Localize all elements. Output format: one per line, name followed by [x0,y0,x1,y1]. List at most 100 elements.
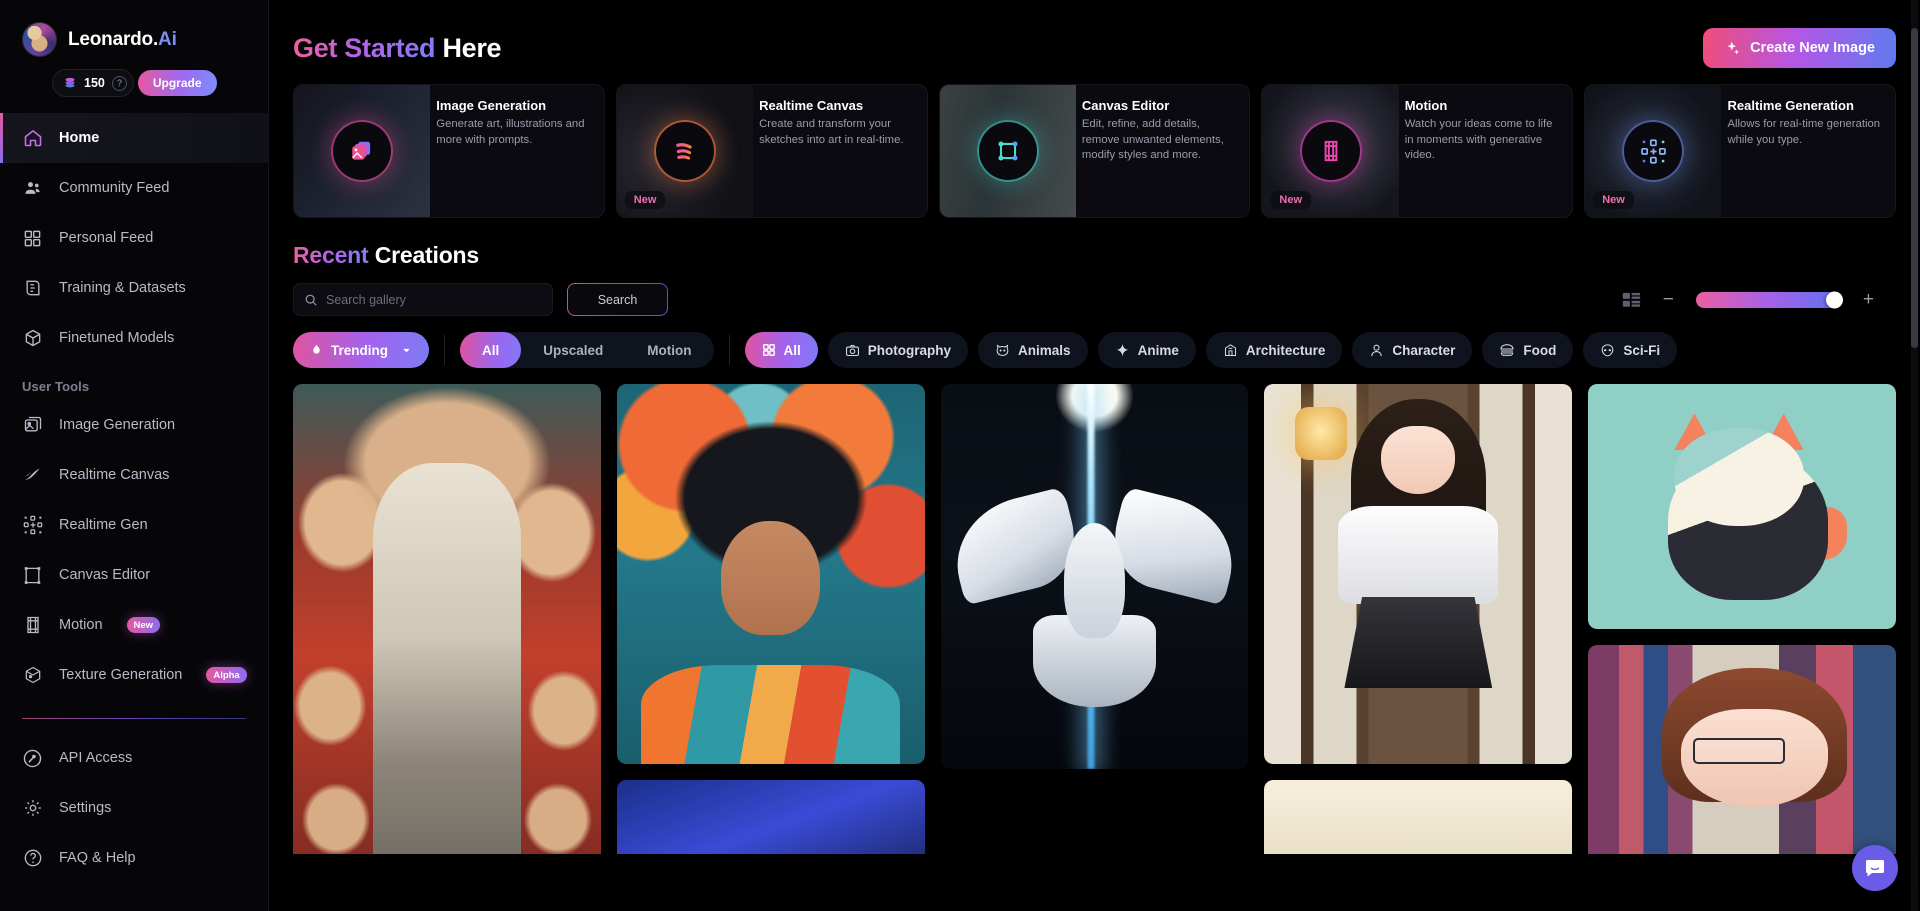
card-title: Image Generation [436,98,547,113]
category-label: Character [1392,342,1456,358]
star-icon [1116,343,1128,357]
brand[interactable]: Leonardo.Ai [0,22,268,57]
realtime-grid-icon [1624,122,1683,180]
art-detail [1344,596,1493,688]
cat-icon [996,344,1009,356]
gallery-item[interactable] [616,780,925,854]
sidebar-item-realtime-gen[interactable]: Realtime Gen [0,500,268,550]
chevron-down-icon [403,348,410,352]
sidebar-item-texture-generation[interactable]: Texture Generation Alpha [0,650,268,700]
chat-widget-button[interactable] [1852,845,1898,891]
help-icon[interactable]: ? [111,75,127,91]
sidebar-item-label: Realtime Gen [59,517,148,533]
recent-title-accent: Recent [293,242,369,268]
sidebar-item-settings[interactable]: Settings [0,783,268,833]
gallery-image-blue-abstract [616,780,925,854]
card-visual: New [1262,85,1399,217]
sidebar-item-api-access[interactable]: API Access [0,733,268,783]
scrollbar-thumb[interactable] [1911,28,1918,348]
gallery-item[interactable] [293,384,601,854]
gallery-item[interactable] [616,384,925,764]
sidebar: Leonardo.Ai 150 ? Upgrade Home Community… [0,0,269,911]
sidebar-item-home[interactable]: Home [0,113,268,163]
sidebar-item-faq-help[interactable]: FAQ & Help [0,833,268,883]
zoom-in-button[interactable]: + [1863,290,1874,309]
sidebar-item-canvas-editor[interactable]: Canvas Editor [0,550,268,600]
gallery-image-cream [1264,780,1573,854]
sidebar-divider [22,718,246,719]
grid-icon [762,344,775,356]
search-input[interactable] [326,292,542,307]
zoom-out-button[interactable]: − [1663,290,1674,309]
card-desc: Generate art, illustrations and more wit… [436,118,585,146]
sidebar-item-community-feed[interactable]: Community Feed [0,163,268,213]
feature-card-motion[interactable]: New Motion Watch your ideas come to life… [1261,84,1574,218]
category-chip-sci-fi[interactable]: Sci-Fi [1583,332,1678,368]
feature-card-realtime-generation[interactable]: New Realtime Generation Allows for real-… [1584,84,1896,218]
grid-icon [22,228,43,249]
category-chip-character[interactable]: Character [1352,332,1473,368]
category-chip-photography[interactable]: Photography [827,332,969,368]
sidebar-item-label: Canvas Editor [59,567,151,583]
brush-icon [22,465,43,486]
gallery-image-woman-glasses [1588,645,1896,854]
category-chip-anime[interactable]: Anime [1097,332,1196,368]
art-detail [1381,425,1456,495]
sidebar-item-label: Home [59,130,100,146]
sidebar-item-finetuned-models[interactable]: Finetuned Models [0,313,268,363]
card-desc: Create and transform your sketches into … [759,118,904,146]
gallery-item[interactable] [1588,384,1896,629]
search-box[interactable] [293,283,553,316]
gallery-scroll-area[interactable] [269,384,1920,854]
zoom-slider[interactable] [1695,291,1843,308]
avatar [22,22,57,57]
category-chip-food[interactable]: Food [1482,332,1574,368]
brand-name-accent: Ai [158,28,177,50]
gallery-image-eagle-lightning [940,384,1249,769]
search-area: Search [293,283,668,316]
sort-label: Trending [331,342,388,358]
layout-toggle-icon[interactable] [1622,292,1641,308]
sidebar-item-realtime-canvas[interactable]: Realtime Canvas [0,450,268,500]
segment-motion[interactable]: Motion [625,332,713,368]
building-icon [1224,343,1236,356]
gallery-item[interactable] [1264,384,1573,764]
texture-icon [22,665,43,686]
page-title: Get Started Here [293,33,502,64]
search-button[interactable]: Search [567,283,668,316]
canvas-frame-icon [978,122,1037,180]
feature-card-realtime-canvas[interactable]: New Realtime Canvas Create and transform… [615,84,928,218]
upgrade-button[interactable]: Upgrade [137,70,217,96]
sidebar-item-label: Texture Generation [59,667,183,683]
sidebar-section-title: User Tools [22,379,90,394]
credit-pill[interactable]: 150 ? [52,69,134,97]
zoom-slider-knob[interactable] [1825,291,1843,308]
segment-all[interactable]: All [460,332,522,368]
category-chip-all[interactable]: All [744,332,818,368]
sidebar-item-training-datasets[interactable]: Training & Datasets [0,263,268,313]
create-new-image-button[interactable]: Create New Image [1703,28,1896,68]
sidebar-item-image-generation[interactable]: Image Generation [0,400,268,450]
card-visual [939,85,1076,217]
segment-upscaled[interactable]: Upscaled [521,332,625,368]
sidebar-item-personal-feed[interactable]: Personal Feed [0,213,268,263]
gallery-item[interactable] [1264,780,1573,854]
sidebar-item-motion[interactable]: Motion New [0,600,268,650]
page-header: Get Started Here Create New Image [269,0,1920,68]
category-chip-animals[interactable]: Animals [978,332,1088,368]
gallery-item[interactable] [940,384,1249,769]
feature-card-image-generation[interactable]: Image Generation Generate art, illustrat… [293,84,605,218]
card-badge-new: New [624,191,666,209]
category-chip-architecture[interactable]: Architecture [1205,332,1343,368]
feature-card-canvas-editor[interactable]: Canvas Editor Edit, refine, add details,… [938,84,1251,218]
sidebar-item-label: Training & Datasets [59,280,186,296]
category-label: All [783,342,801,358]
gallery-item[interactable] [1588,645,1896,854]
person-icon [1371,344,1383,356]
sidebar-item-label: FAQ & Help [59,850,136,866]
category-label: Animals [1018,342,1071,358]
key-icon [22,748,43,769]
card-visual: New [1585,85,1722,217]
alien-icon [1602,343,1614,356]
sort-trending-button[interactable]: Trending [293,332,429,368]
